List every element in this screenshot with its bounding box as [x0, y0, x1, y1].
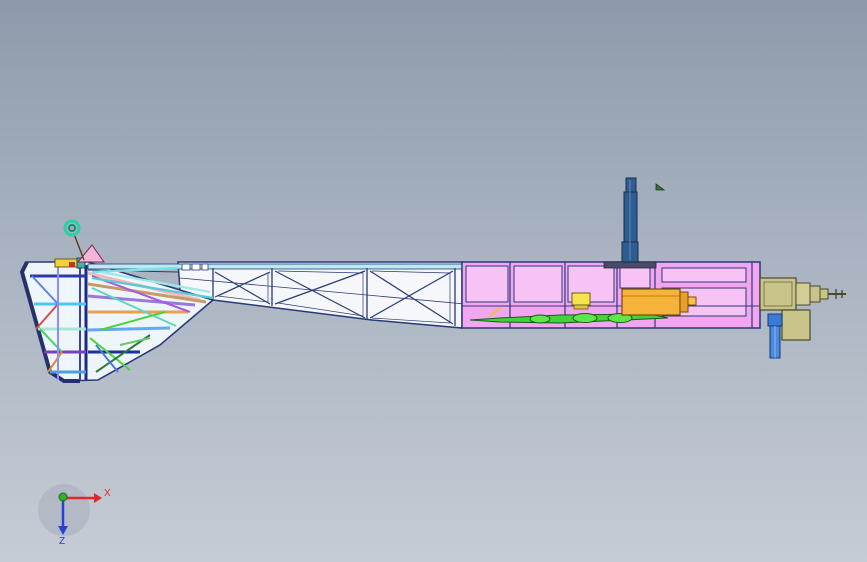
y-axis-dot [58, 492, 68, 502]
yellow-hub[interactable] [571, 292, 591, 306]
yellow-hub-base [573, 304, 589, 310]
engine-block[interactable] [621, 288, 697, 316]
z-axis-label: Z [59, 536, 65, 547]
cad-viewport[interactable]: X Z [0, 0, 867, 562]
model-drawing[interactable]: X Z [0, 0, 867, 562]
antenna-stem [73, 233, 85, 261]
gearbox-assembly[interactable] [759, 277, 846, 359]
axis-triad[interactable]: X Z [38, 484, 111, 547]
mast-base-plate [603, 261, 657, 269]
x-axis-head [94, 493, 102, 503]
tail-top-red-fitting [69, 262, 75, 267]
tail-light-icon[interactable] [63, 219, 81, 237]
junction-fitting-3 [201, 263, 209, 271]
junction-fitting-2 [191, 263, 201, 271]
tail-boom-top-strip [87, 263, 463, 270]
junction-fitting-1 [181, 263, 191, 271]
pitch-marker [655, 183, 666, 191]
rotor-mast[interactable] [621, 177, 639, 263]
x-axis-label: X [104, 488, 111, 499]
